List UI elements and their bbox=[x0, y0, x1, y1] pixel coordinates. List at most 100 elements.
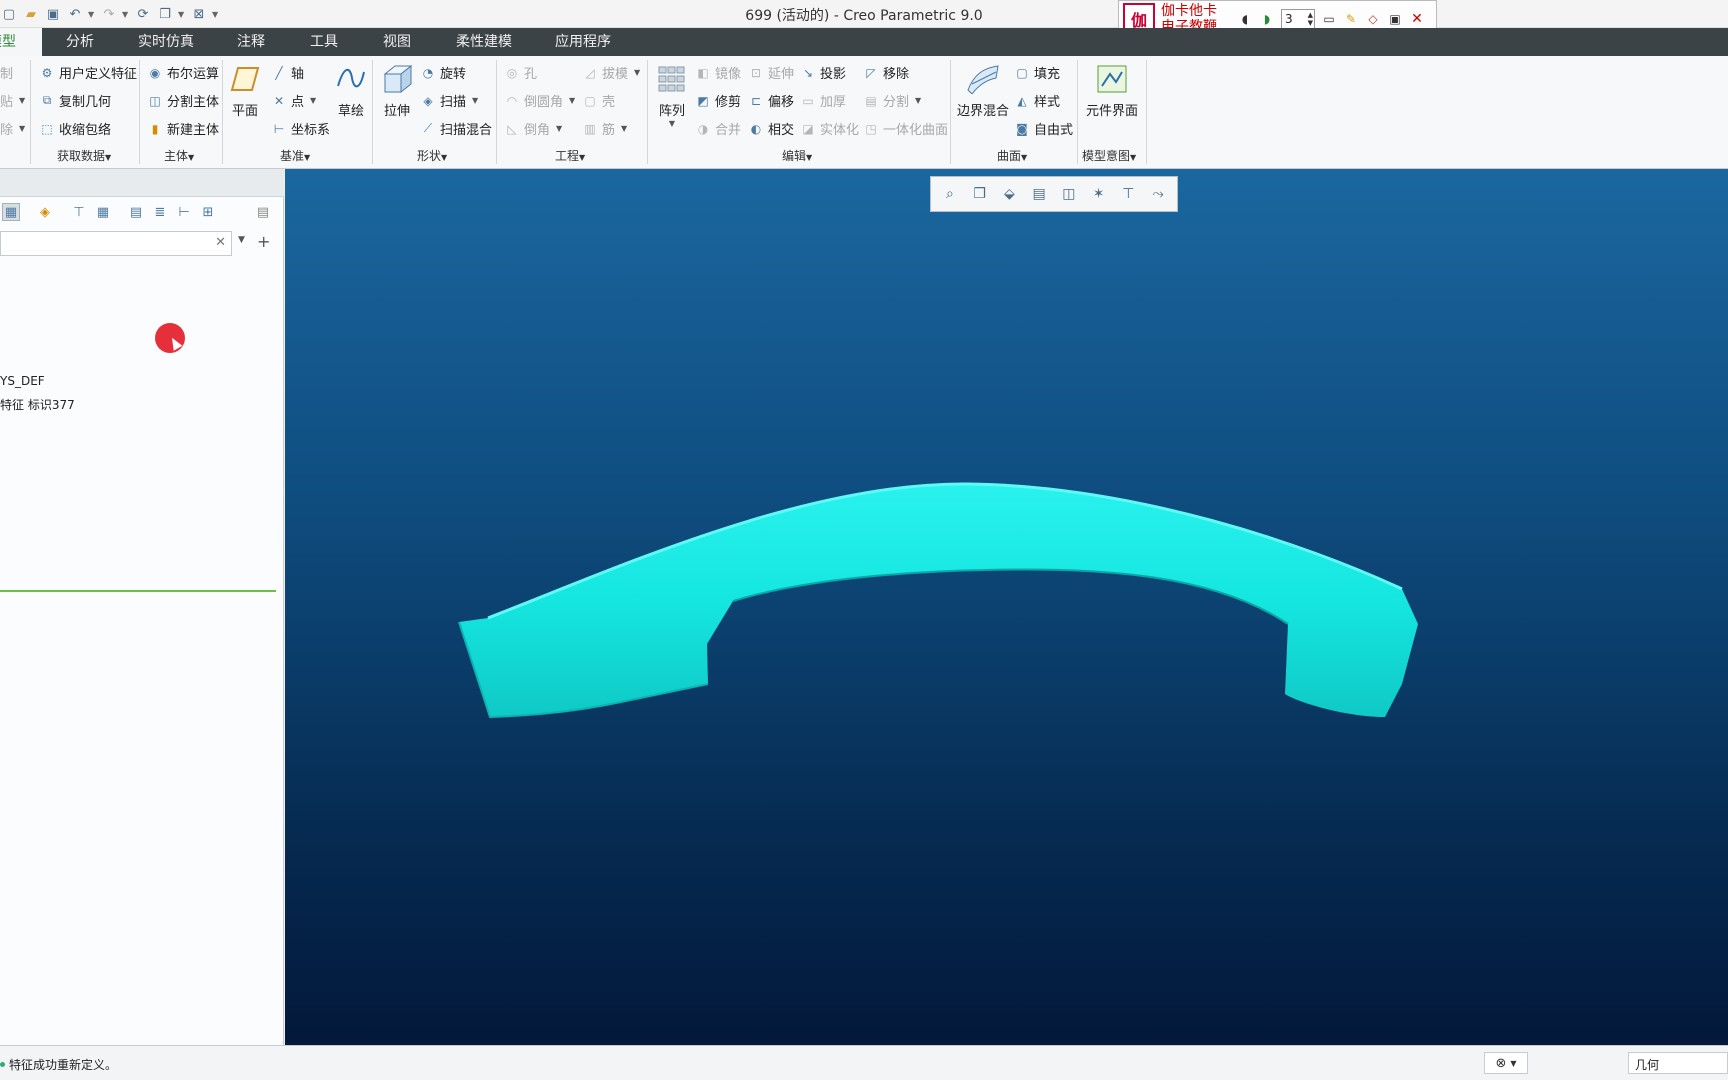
shell-button[interactable]: ▢ 壳 bbox=[582, 91, 615, 111]
point-button[interactable]: ✕ 点 ▼ bbox=[271, 91, 316, 111]
group-shapes[interactable]: 形状▼ bbox=[417, 147, 447, 164]
trim-button[interactable]: ◩ 修剪 bbox=[695, 91, 741, 111]
pen-icon[interactable]: ✎ bbox=[1343, 10, 1359, 28]
tab-annotate[interactable]: 注释 bbox=[237, 28, 265, 56]
shrinkwrap-button[interactable]: ⬚ 收缩包络 bbox=[39, 119, 111, 139]
stepper-arrows-icon[interactable]: ▲ ▼ bbox=[1308, 11, 1313, 27]
plane-button[interactable]: 平面 bbox=[228, 62, 262, 119]
sweep-button[interactable]: ◈ 扫描 ▼ bbox=[420, 91, 478, 111]
offset-button[interactable]: ⊏ 偏移 bbox=[748, 91, 794, 111]
freestyle-button[interactable]: ◙ 自由式 bbox=[1014, 119, 1073, 139]
close-annotation-icon[interactable]: ✕ bbox=[1409, 10, 1425, 28]
cursor-arrow-icon bbox=[167, 335, 183, 351]
round-label: 倒圆角 bbox=[524, 95, 564, 110]
find-button[interactable]: ⊗ ▼ bbox=[1484, 1052, 1528, 1074]
project-icon: ↘ bbox=[802, 65, 814, 80]
group-body[interactable]: 主体▼ bbox=[164, 147, 194, 164]
remove-button[interactable]: ◸ 移除 bbox=[863, 63, 910, 83]
clear-search-icon[interactable]: ✕ bbox=[215, 235, 226, 250]
revolve-button[interactable]: ◔ 旋转 bbox=[420, 63, 466, 83]
split-button[interactable]: ▤ 分割 ▼ bbox=[863, 91, 921, 111]
project-button[interactable]: ↘ 投影 bbox=[800, 63, 846, 83]
tab-flexible-modeling[interactable]: 柔性建模 bbox=[456, 28, 512, 56]
model-tree-icon[interactable]: ▦ bbox=[2, 203, 20, 221]
point-icon: ✕ bbox=[273, 93, 285, 108]
new-body-icon: ▮ bbox=[151, 121, 159, 136]
pattern-dropdown-icon[interactable]: ▼ bbox=[669, 119, 675, 128]
layers-icon[interactable]: ≣ bbox=[151, 203, 169, 221]
graphics-viewport[interactable]: ⌕ ❒ ⬙ ▤ ◫ ✶ ⊤ ⤳ bbox=[285, 169, 1728, 1045]
thicken-icon: ▭ bbox=[802, 93, 814, 108]
details-icon[interactable]: ▤ bbox=[254, 203, 272, 221]
layer-icon[interactable]: ◈ bbox=[36, 203, 54, 221]
model-tree-panel: ▦ ◈ ⊤ ▦ ▤ ≣ ⊢ ⊞ ▤ ✕ ▼ + YS_DEF 特征 标识377 bbox=[0, 169, 284, 1045]
hole-button[interactable]: ◎ 孔 bbox=[504, 63, 537, 83]
copy-geometry-button[interactable]: ⧉ 复制几何 bbox=[39, 91, 111, 110]
style-button[interactable]: ◭ 样式 bbox=[1014, 91, 1060, 111]
unify-surfaces-button[interactable]: ◳ 一体化曲面 bbox=[863, 119, 948, 139]
boolean-button[interactable]: ◉ 布尔运算 bbox=[147, 63, 219, 83]
tab-model[interactable]: 模型 bbox=[0, 28, 42, 56]
swept-blend-button[interactable]: ⟋ 扫描混合 bbox=[420, 119, 492, 138]
sketch-button[interactable]: 草绘 bbox=[334, 62, 368, 119]
tab-simulation[interactable]: 实时仿真 bbox=[138, 28, 194, 56]
annotation-brand-line1: 伽卡他卡 bbox=[1161, 3, 1217, 19]
draft-button[interactable]: ◿ 拔模 ▼ bbox=[582, 63, 640, 83]
tree-columns-icon[interactable]: ▦ bbox=[94, 203, 112, 221]
rib-button[interactable]: ▥ 筋 ▼ bbox=[582, 119, 627, 139]
rectangle-icon[interactable]: ▭ bbox=[1321, 10, 1337, 28]
insert-here-line[interactable] bbox=[0, 590, 276, 592]
extrude-button[interactable]: 拉伸 bbox=[380, 62, 414, 119]
tree-search-input[interactable]: ✕ bbox=[0, 231, 232, 256]
remove-label: 移除 bbox=[883, 67, 910, 82]
group-editing[interactable]: 编辑▼ bbox=[782, 147, 812, 164]
eraser-icon[interactable]: ◇ bbox=[1365, 10, 1381, 28]
pattern-button[interactable]: 阵列 ▼ bbox=[655, 62, 689, 128]
mouse-left-icon[interactable]: ◖ bbox=[1237, 10, 1253, 28]
group-datum[interactable]: 基准▼ bbox=[280, 147, 310, 164]
group-engineering-label: 工程 bbox=[555, 149, 580, 163]
phone-handset-model[interactable] bbox=[285, 169, 1728, 1045]
thicken-button[interactable]: ▭ 加厚 bbox=[800, 91, 846, 111]
fill-button[interactable]: ▢ 填充 bbox=[1014, 63, 1060, 83]
save-drawing-icon[interactable]: ▣ bbox=[1387, 10, 1403, 28]
group-surfaces[interactable]: 曲面▼ bbox=[997, 147, 1027, 164]
pen-size-stepper[interactable]: 3 ▲ ▼ bbox=[1281, 9, 1315, 29]
tree-settings-icon[interactable]: ▤ bbox=[127, 203, 145, 221]
intersect-button[interactable]: ◐ 相交 bbox=[748, 119, 794, 139]
search-dropdown-icon[interactable]: ▼ bbox=[238, 235, 245, 245]
merge-button[interactable]: ◑ 合并 bbox=[695, 119, 741, 139]
tree-filter-icon[interactable]: ⊤ bbox=[70, 203, 88, 221]
add-filter-icon[interactable]: + bbox=[257, 232, 270, 251]
axis-button[interactable]: ╱ 轴 bbox=[271, 63, 304, 83]
chamfer-button[interactable]: ◺ 倒角 ▼ bbox=[504, 119, 562, 139]
boundary-blend-button[interactable]: 边界混合 bbox=[957, 62, 1009, 119]
tab-analysis[interactable]: 分析 bbox=[66, 28, 94, 56]
tree-item-feature[interactable]: 特征 标识377 bbox=[0, 396, 75, 413]
split-body-button[interactable]: ◫ 分割主体 bbox=[147, 91, 219, 111]
intersect-icon: ◐ bbox=[750, 121, 762, 136]
structure-icon[interactable]: ⊢ bbox=[175, 203, 193, 221]
component-interface-label: 元件界面 bbox=[1086, 104, 1139, 119]
group-separator bbox=[1146, 60, 1147, 164]
group-model-intent[interactable]: 模型意图▼ bbox=[1082, 147, 1136, 164]
solidify-button[interactable]: ◪ 实体化 bbox=[800, 119, 859, 139]
new-body-label: 新建主体 bbox=[167, 123, 220, 138]
tab-tools[interactable]: 工具 bbox=[310, 28, 338, 56]
extend-button[interactable]: ⊡ 延伸 bbox=[748, 63, 794, 83]
group-engineering[interactable]: 工程▼ bbox=[555, 147, 585, 164]
csys-button[interactable]: ⊢ 坐标系 bbox=[271, 119, 330, 139]
tab-view[interactable]: 视图 bbox=[383, 28, 411, 56]
udf-button[interactable]: ⚙ 用户定义特征 bbox=[39, 63, 137, 83]
component-interface-button[interactable]: 元件界面 bbox=[1086, 62, 1138, 119]
round-button[interactable]: ◠ 倒圆角 ▼ bbox=[504, 91, 575, 111]
selection-filter-select[interactable]: 几何 bbox=[1628, 1052, 1728, 1074]
mouse-right-icon[interactable]: ◗ bbox=[1259, 10, 1275, 28]
group-get-data[interactable]: 获取数据▼ bbox=[57, 147, 111, 164]
group-separator bbox=[372, 60, 373, 164]
mirror-button[interactable]: ◧ 镜像 bbox=[695, 63, 741, 83]
hierarchy-icon[interactable]: ⊞ bbox=[199, 203, 217, 221]
tab-applications[interactable]: 应用程序 bbox=[555, 28, 611, 56]
new-body-button[interactable]: ▮ 新建主体 bbox=[147, 119, 220, 139]
tree-item-csys[interactable]: YS_DEF bbox=[0, 374, 45, 388]
